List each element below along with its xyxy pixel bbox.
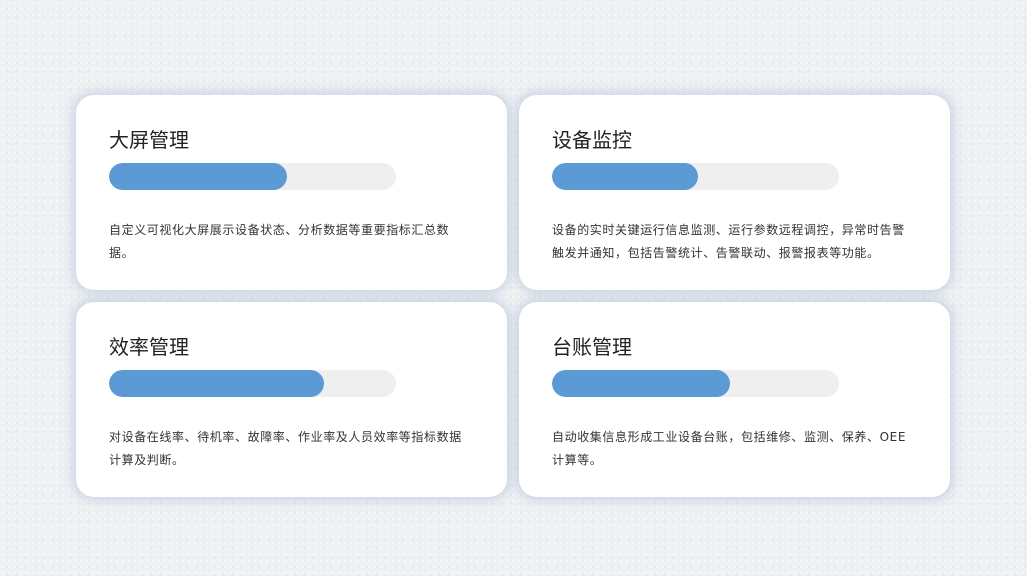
card-dashboard-management: 大屏管理 自定义可视化大屏展示设备状态、分析数据等重要指标汇总数据。 xyxy=(76,95,507,290)
card-description: 设备的实时关键运行信息监测、运行参数远程调控，异常时告警触发并通知，包括告警统计… xyxy=(552,223,905,260)
progress-fill xyxy=(109,370,325,397)
progress-fill xyxy=(552,163,699,190)
progress-fill xyxy=(552,370,730,397)
card-device-monitoring: 设备监控 设备的实时关键运行信息监测、运行参数远程调控，异常时告警触发并通知，包… xyxy=(519,95,950,290)
progress-track xyxy=(552,370,839,397)
feature-card-grid: 大屏管理 自定义可视化大屏展示设备状态、分析数据等重要指标汇总数据。 设备监控 … xyxy=(76,95,950,497)
progress-fill xyxy=(109,163,287,190)
progress-track xyxy=(552,163,839,190)
card-title: 效率管理 xyxy=(109,335,189,359)
progress-track xyxy=(109,370,396,397)
progress-track xyxy=(109,163,396,190)
card-description: 对设备在线率、待机率、故障率、作业率及人员效率等指标数据计算及判断。 xyxy=(109,430,462,467)
card-efficiency-management: 效率管理 对设备在线率、待机率、故障率、作业率及人员效率等指标数据计算及判断。 xyxy=(76,302,507,497)
card-description: 自动收集信息形成工业设备台账，包括维修、监测、保养、OEE计算等。 xyxy=(552,430,907,467)
card-title: 设备监控 xyxy=(552,128,632,152)
card-ledger-management: 台账管理 自动收集信息形成工业设备台账，包括维修、监测、保养、OEE计算等。 xyxy=(519,302,950,497)
card-description: 自定义可视化大屏展示设备状态、分析数据等重要指标汇总数据。 xyxy=(109,223,450,260)
card-title: 台账管理 xyxy=(552,335,632,359)
card-title: 大屏管理 xyxy=(109,128,189,152)
